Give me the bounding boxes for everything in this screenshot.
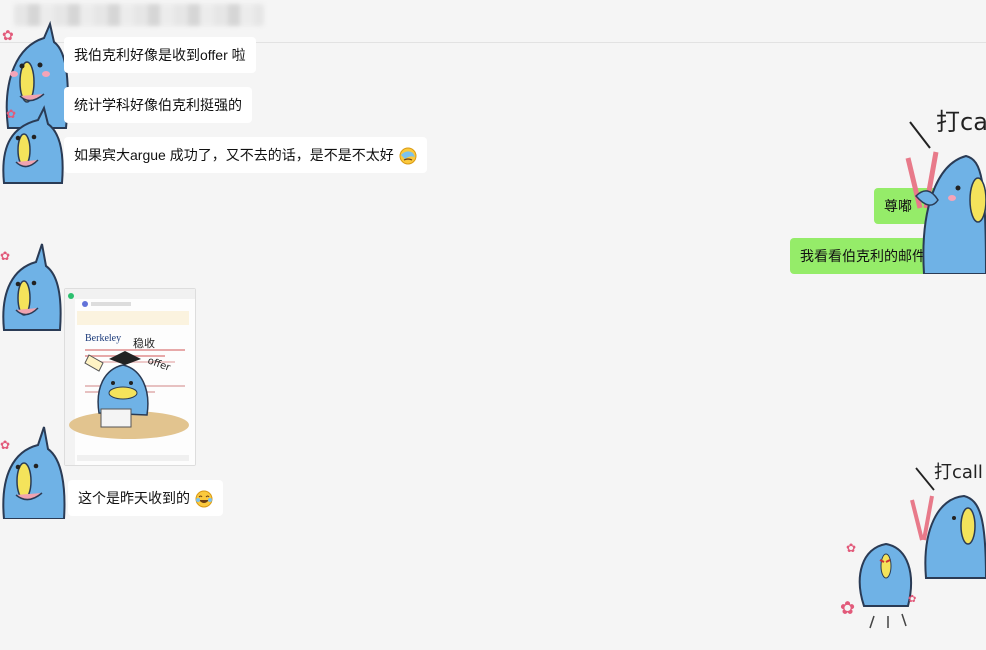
message-bubble-in[interactable]: 统计学科好像伯克利挺强的 <box>64 87 252 123</box>
message-bubble-in[interactable]: 这个是昨天收到的 <box>68 480 223 516</box>
svg-text:✿: ✿ <box>0 438 10 452</box>
message-text: 如果宾大argue 成功了，又不去的话，是不是不太好 <box>74 147 394 163</box>
svg-text:✿: ✿ <box>840 598 855 619</box>
facepalm-emoji-icon <box>399 147 417 165</box>
message-text: 这个是昨天收到的 <box>78 490 190 506</box>
message-bubble-in[interactable]: 如果宾大argue 成功了，又不去的话，是不是不太好 <box>64 137 427 173</box>
sticker-caption: 稳收 <box>133 336 155 350</box>
email-screenshot-thumbnail: Berkeley 稳收 offer <box>65 289 195 465</box>
dacall-sticker-2[interactable]: 打call ✿ ✿ ✿ <box>834 456 986 632</box>
svg-text:✿: ✿ <box>846 541 856 555</box>
message-bubble-in[interactable]: 我伯克利好像是收到offer 啦 <box>64 37 256 73</box>
mascot-avatar[interactable]: ✿ <box>0 425 68 519</box>
dacall-sticker[interactable]: 打call <box>896 100 986 274</box>
message-text: 统计学科好像伯克利挺强的 <box>74 97 242 113</box>
message-text: 我伯克利好像是收到offer 啦 <box>74 47 246 63</box>
laughing-tears-emoji-icon <box>195 490 213 508</box>
dacall-text: 打call <box>936 108 986 136</box>
mascot-sticker-avatar-1[interactable]: ✿ ✿ <box>0 18 72 188</box>
svg-text:✿: ✿ <box>0 249 10 263</box>
svg-text:✿: ✿ <box>6 107 16 121</box>
berkeley-logo-text: Berkeley <box>85 333 121 344</box>
mascot-avatar[interactable]: ✿ <box>0 240 64 332</box>
svg-text:✿: ✿ <box>2 28 14 44</box>
svg-text:✿: ✿ <box>908 594 916 605</box>
image-message-screenshot[interactable]: Berkeley 稳收 offer <box>64 288 196 466</box>
dacall-text: 打call <box>934 462 983 483</box>
